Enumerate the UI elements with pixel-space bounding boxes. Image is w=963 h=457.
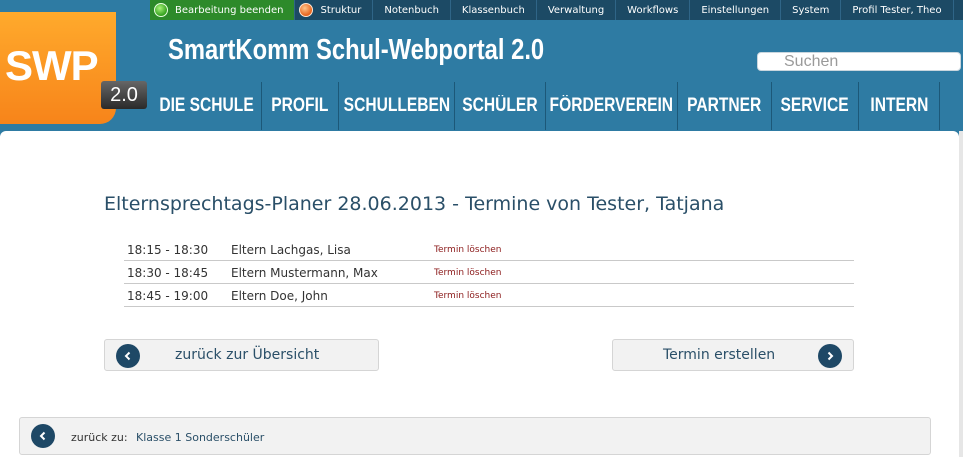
topbar-item-settings[interactable]: Einstellungen bbox=[690, 0, 782, 20]
chevron-right-icon bbox=[818, 344, 842, 368]
nav-item-service[interactable]: SERVICE bbox=[772, 82, 859, 130]
admin-toolbar: Bearbeitung beenden Struktur Notenbuch K… bbox=[150, 0, 963, 20]
delete-appointment-link[interactable]: Termin löschen bbox=[434, 245, 501, 255]
topbar-item-profile[interactable]: Profil Tester, Theo bbox=[841, 0, 954, 20]
appointment-row: 18:30 - 18:45 Eltern Mustermann, Max Ter… bbox=[124, 261, 854, 284]
create-appointment-label: Termin erstellen bbox=[663, 347, 776, 363]
topbar-item-structure[interactable]: Struktur bbox=[295, 0, 374, 20]
nav-item-label: SERVICE bbox=[780, 95, 850, 116]
site-title: SmartKomm Schul-Webportal 2.0 bbox=[168, 34, 545, 66]
back-prefix-label: zurück zu: bbox=[71, 431, 128, 444]
nav-item-label: PARTNER bbox=[687, 95, 762, 116]
back-to-overview-label: zurück zur Übersicht bbox=[175, 347, 320, 363]
appointment-name: Eltern Lachgas, Lisa bbox=[231, 243, 351, 257]
appointment-row: 18:15 - 18:30 Eltern Lachgas, Lisa Termi… bbox=[124, 238, 854, 261]
topbar-item-administration[interactable]: Verwaltung bbox=[537, 0, 617, 20]
appointment-time: 18:30 - 18:45 bbox=[127, 266, 209, 280]
nav-item-schueler[interactable]: SCHÜLER bbox=[455, 82, 546, 130]
delete-appointment-link[interactable]: Termin löschen bbox=[434, 268, 501, 278]
delete-appointment-link[interactable]: Termin löschen bbox=[434, 291, 501, 301]
appointment-name: Eltern Doe, John bbox=[231, 289, 328, 303]
nav-item-intern[interactable]: INTERN bbox=[859, 82, 940, 130]
nav-item-label: INTERN bbox=[869, 95, 928, 116]
nav-item-foerderverein[interactable]: FÖRDERVEREIN bbox=[546, 82, 678, 130]
search-input[interactable] bbox=[757, 52, 961, 71]
appointment-time: 18:15 - 18:30 bbox=[127, 243, 209, 257]
appointment-name: Eltern Mustermann, Max bbox=[231, 266, 378, 280]
topbar-item-system[interactable]: System bbox=[781, 0, 842, 20]
topbar-item-gradebook[interactable]: Notenbuch bbox=[373, 0, 451, 20]
nav-item-label: SCHULLEBEN bbox=[343, 95, 450, 116]
topbar-item-label: Struktur bbox=[320, 4, 362, 16]
site-logo[interactable]: SWP bbox=[0, 12, 116, 124]
nav-item-label: DIE SCHULE bbox=[159, 95, 255, 116]
create-appointment-button[interactable]: Termin erstellen bbox=[612, 339, 854, 371]
appointment-time: 18:45 - 19:00 bbox=[127, 289, 209, 303]
topbar-item-workflows[interactable]: Workflows bbox=[616, 0, 691, 20]
appointment-row: 18:45 - 19:00 Eltern Doe, John Termin lö… bbox=[124, 284, 854, 307]
page-title: Elternsprechtags-Planer 28.06.2013 - Ter… bbox=[104, 193, 725, 215]
nav-item-label: SCHÜLER bbox=[462, 95, 538, 116]
chevron-left-icon[interactable] bbox=[31, 424, 55, 448]
nav-item-label: FÖRDERVEREIN bbox=[549, 95, 674, 116]
topbar-item-label: Bearbeitung beenden bbox=[175, 4, 284, 16]
back-to-overview-button[interactable]: zurück zur Übersicht bbox=[104, 339, 379, 371]
nav-item-profil[interactable]: PROFIL bbox=[262, 82, 339, 130]
nav-item-schulleben[interactable]: SCHULLEBEN bbox=[339, 82, 455, 130]
orange-status-icon bbox=[299, 3, 314, 17]
nav-item-label: PROFIL bbox=[271, 95, 329, 116]
back-to-class-link[interactable]: Klasse 1 Sonderschüler bbox=[136, 431, 264, 444]
topbar-item-classbook[interactable]: Klassenbuch bbox=[451, 0, 537, 20]
nav-item-die-schule[interactable]: DIE SCHULE bbox=[153, 82, 262, 130]
scrollbar[interactable] bbox=[959, 131, 963, 457]
green-status-icon bbox=[154, 3, 168, 17]
chevron-left-icon bbox=[116, 344, 140, 368]
logo-version-badge: 2.0 bbox=[101, 81, 147, 109]
main-navigation: DIE SCHULE PROFIL SCHULLEBEN SCHÜLER FÖR… bbox=[153, 82, 940, 130]
nav-item-partner[interactable]: PARTNER bbox=[678, 82, 772, 130]
back-to-class-bar: zurück zu: Klasse 1 Sonderschüler bbox=[19, 417, 931, 455]
topbar-item-finish-editing[interactable]: Bearbeitung beenden bbox=[150, 0, 296, 20]
logo-text: SWP bbox=[5, 42, 99, 89]
